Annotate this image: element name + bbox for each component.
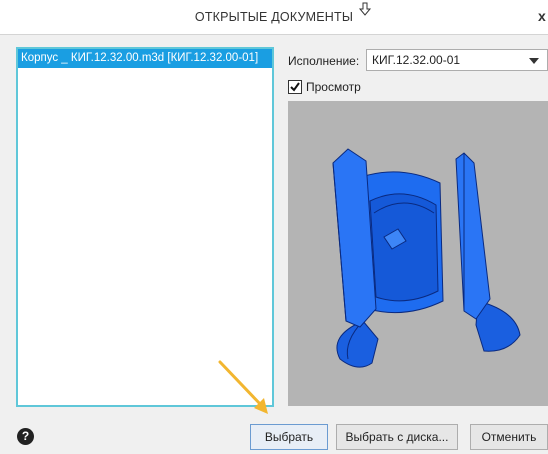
- dialog-title: ОТКРЫТЫЕ ДОКУМЕНТЫ: [194, 10, 354, 24]
- mouse-cursor-icon: [358, 2, 372, 16]
- title-bar: ОТКРЫТЫЕ ДОКУМЕНТЫ x: [0, 0, 548, 35]
- help-icon[interactable]: ?: [17, 428, 34, 445]
- preview-checkbox[interactable]: [288, 80, 302, 94]
- select-button[interactable]: Выбрать: [250, 424, 328, 450]
- checkmark-icon: [290, 82, 300, 92]
- execution-label: Исполнение:: [288, 54, 360, 68]
- preview-label: Просмотр: [306, 80, 361, 94]
- select-from-disk-button[interactable]: Выбрать с диска...: [336, 424, 458, 450]
- open-documents-list[interactable]: Корпус _ КИГ.12.32.00.m3d [КИГ.12.32.00-…: [16, 47, 274, 407]
- model-preview[interactable]: [288, 101, 548, 406]
- close-button[interactable]: x: [538, 8, 546, 24]
- list-item[interactable]: Корпус _ КИГ.12.32.00.m3d [КИГ.12.32.00-…: [18, 49, 272, 68]
- chevron-down-icon: [529, 58, 539, 64]
- cancel-button[interactable]: Отменить: [470, 424, 548, 450]
- execution-dropdown[interactable]: КИГ.12.32.00-01: [366, 49, 548, 71]
- 3d-part-model-image: [332, 148, 521, 368]
- annotation-arrow-icon: [218, 360, 268, 414]
- execution-value: КИГ.12.32.00-01: [372, 53, 461, 67]
